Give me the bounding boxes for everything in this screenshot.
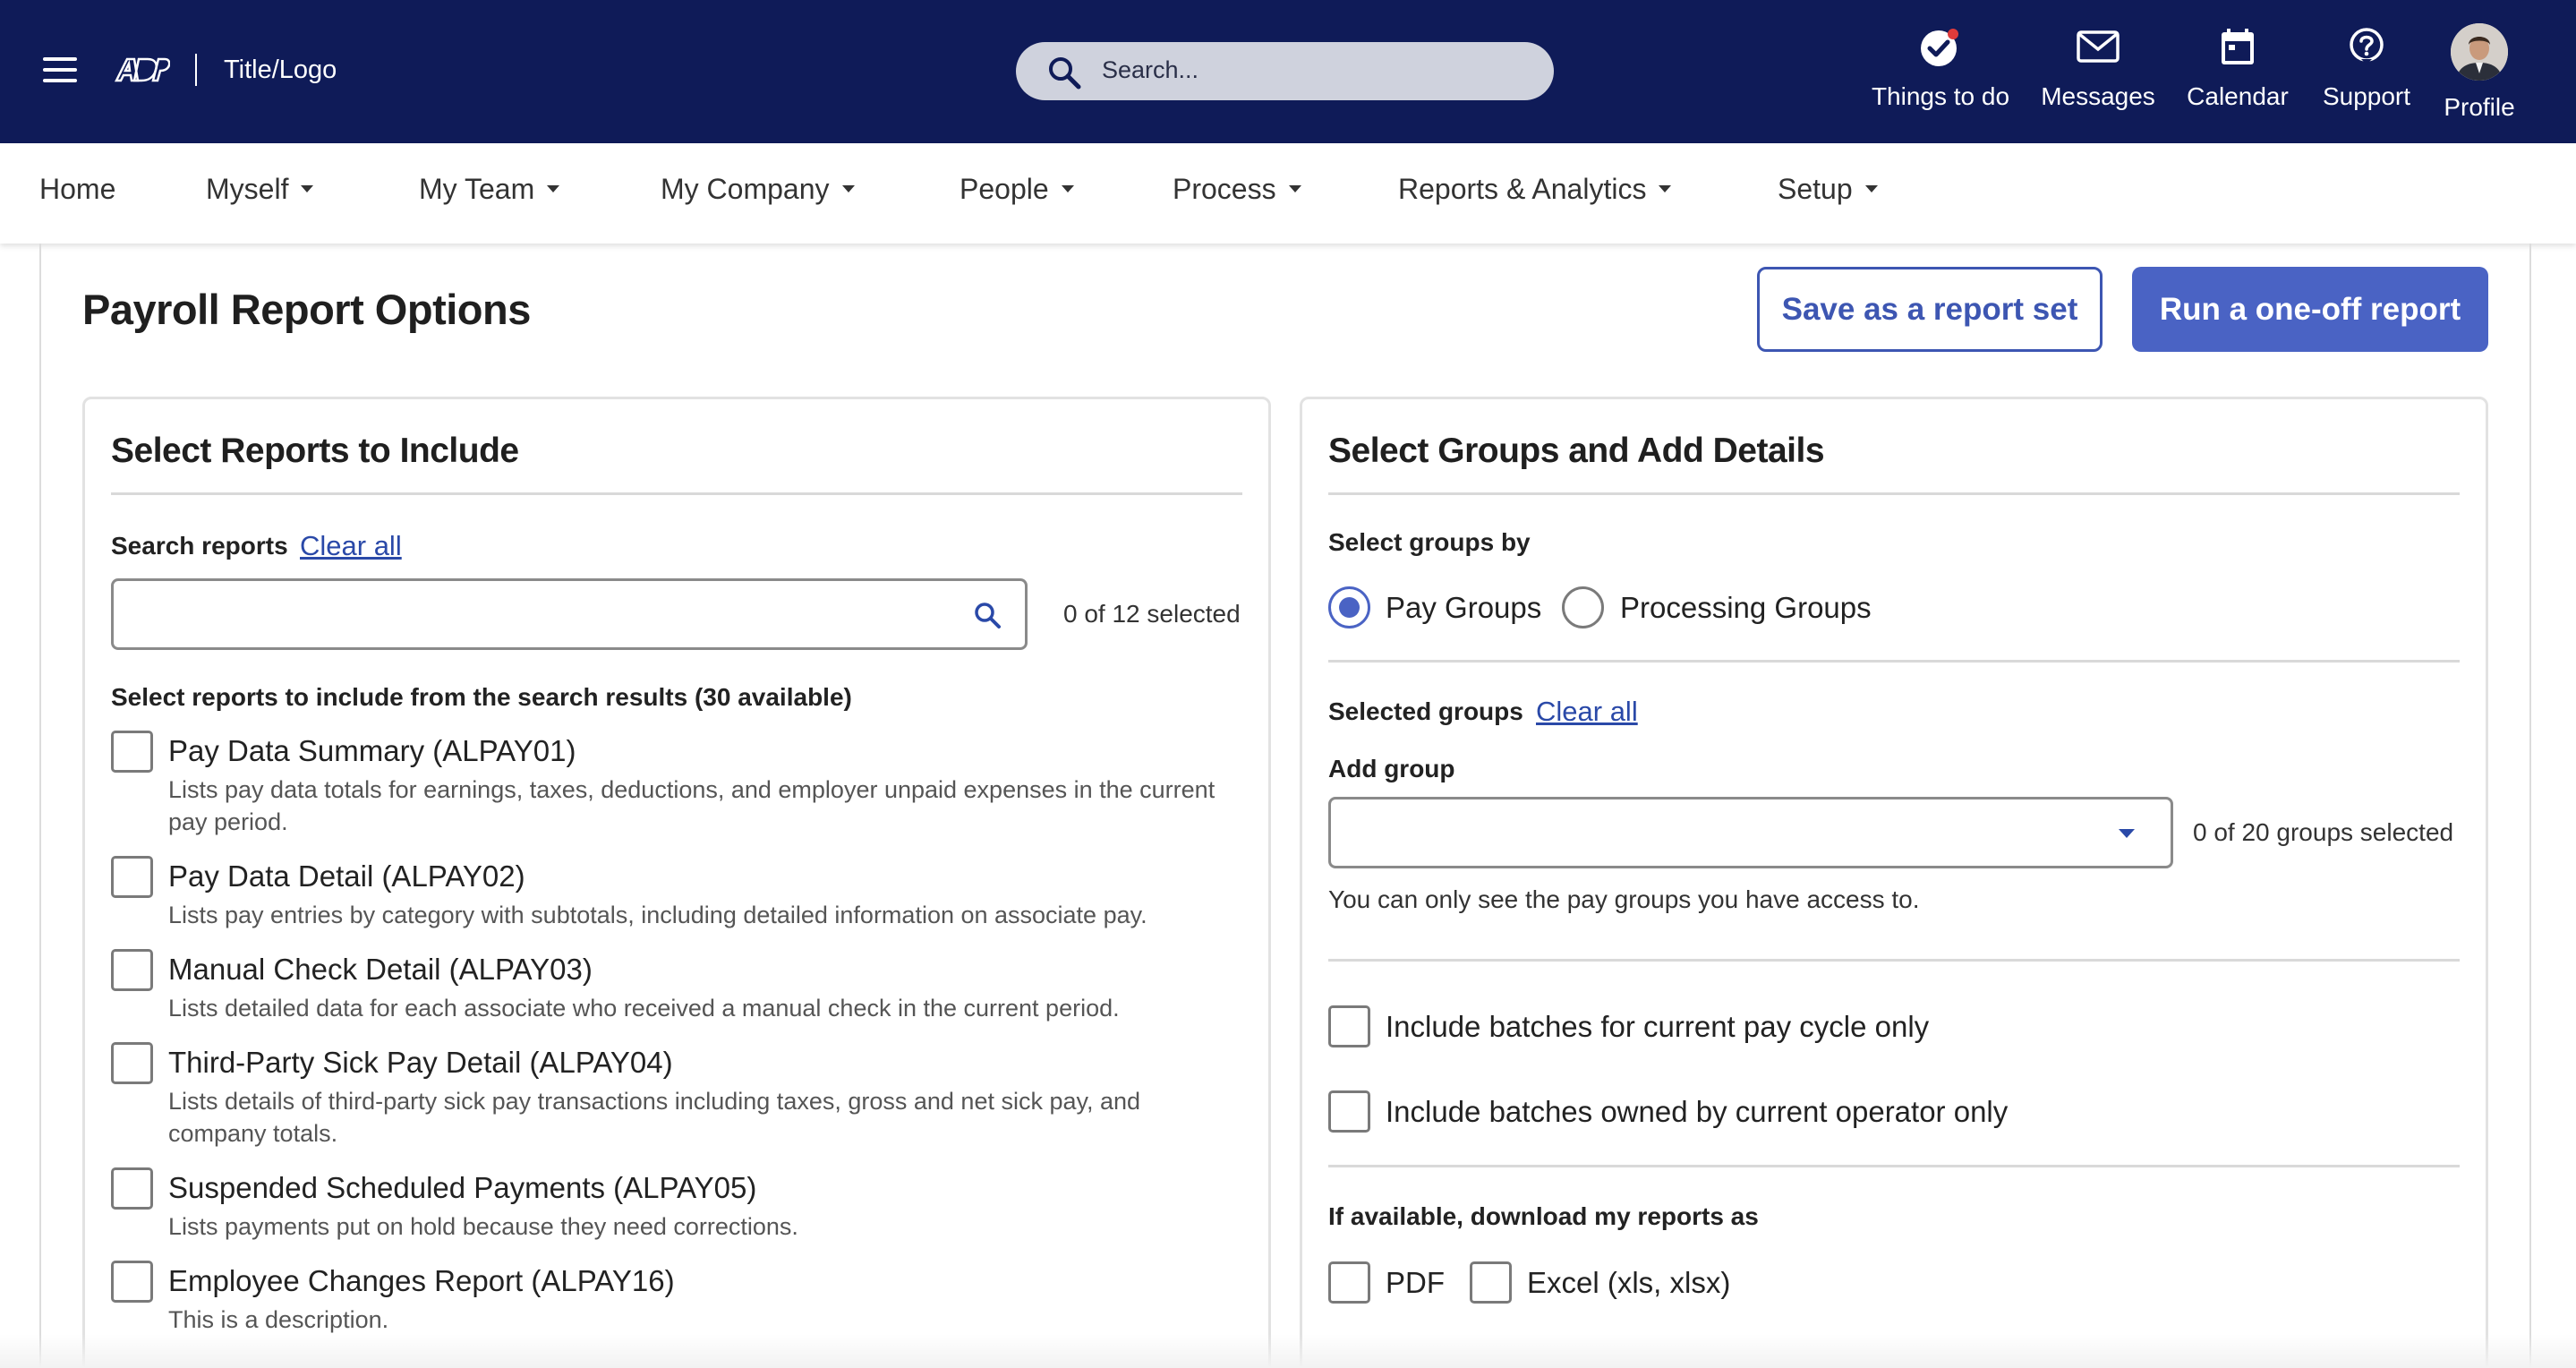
groups-count: 0 of 20 groups selected xyxy=(2193,818,2454,846)
excel-checkbox[interactable] xyxy=(1470,1261,1512,1304)
divider xyxy=(1328,492,2460,495)
report-checkbox-alpay16[interactable] xyxy=(111,1261,153,1303)
chevron-down-icon xyxy=(2119,829,2135,838)
logo-divider xyxy=(195,54,197,86)
search-reports-label: Search reports xyxy=(111,532,288,560)
nav-home[interactable]: Home xyxy=(39,173,115,206)
selected-count: 0 of 12 selected xyxy=(1063,600,1241,628)
messages-button[interactable]: Messages xyxy=(2039,23,2157,122)
search-placeholder: Search... xyxy=(1102,56,1199,83)
report-description: Lists detailed data for each associate w… xyxy=(168,995,1120,1022)
download-label: If available, download my reports as xyxy=(1328,1202,1759,1230)
report-description: Lists pay data totals for earnings, taxe… xyxy=(168,776,1215,835)
caret-down-icon xyxy=(301,184,314,192)
caret-down-icon xyxy=(1288,184,1301,192)
divider xyxy=(111,492,1242,495)
nav-my-company[interactable]: My Company xyxy=(661,173,855,206)
caret-down-icon xyxy=(1659,184,1672,192)
save-report-set-button[interactable]: Save as a report set xyxy=(1757,267,2103,352)
caret-down-icon xyxy=(1061,184,1074,192)
support-button[interactable]: Support xyxy=(2316,23,2417,122)
calendar-button[interactable]: Calendar xyxy=(2184,23,2291,122)
report-title: Employee Changes Report (ALPAY16) xyxy=(168,1264,675,1297)
nav-setup[interactable]: Setup xyxy=(1778,173,1878,206)
caret-down-icon xyxy=(547,184,560,192)
selected-groups-label: Selected groups xyxy=(1328,697,1523,725)
report-checkbox-alpay03[interactable] xyxy=(111,949,153,991)
avatar xyxy=(2451,23,2508,81)
nav-reports-analytics[interactable]: Reports & Analytics xyxy=(1398,173,1672,206)
report-checkbox-alpay05[interactable] xyxy=(111,1167,153,1210)
access-note: You can only see the pay groups you have… xyxy=(1328,885,1920,913)
select-groups-panel: Select Groups and Add Details Select gro… xyxy=(1300,397,2488,1368)
content-frame-right xyxy=(2529,244,2531,1368)
select-groups-by-label: Select groups by xyxy=(1328,528,1531,556)
pdf-checkbox[interactable] xyxy=(1328,1261,1370,1304)
excel-label: Excel (xls, xlsx) xyxy=(1527,1266,1731,1299)
check-circle-icon xyxy=(1921,29,1958,66)
scroll-fade xyxy=(0,1334,2576,1368)
results-label: Select reports to include from the searc… xyxy=(111,683,852,711)
pay-groups-radio[interactable] xyxy=(1328,586,1370,628)
divider xyxy=(1328,959,2460,962)
clear-all-reports-link[interactable]: Clear all xyxy=(300,530,402,562)
help-icon xyxy=(2350,28,2384,64)
nav-my-team[interactable]: My Team xyxy=(419,173,560,206)
report-checkbox-alpay04[interactable] xyxy=(111,1042,153,1084)
divider xyxy=(1328,660,2460,663)
report-checkbox-alpay02[interactable] xyxy=(111,856,153,898)
main-nav: Home Myself My Team My Company People Pr… xyxy=(0,143,2576,244)
current-pay-cycle-label: Include batches for current pay cycle on… xyxy=(1386,1010,1930,1043)
current-pay-cycle-checkbox[interactable] xyxy=(1328,1005,1370,1047)
calendar-icon xyxy=(2222,29,2254,64)
global-search[interactable]: Search... xyxy=(1016,42,1554,100)
report-title: Third-Party Sick Pay Detail (ALPAY04) xyxy=(168,1046,673,1079)
select-reports-panel: Select Reports to Include Search reports… xyxy=(82,397,1271,1368)
mail-icon xyxy=(2077,30,2120,63)
clear-all-groups-link[interactable]: Clear all xyxy=(1536,696,1638,728)
search-icon[interactable] xyxy=(973,601,1002,629)
processing-groups-label: Processing Groups xyxy=(1620,591,1872,624)
content-frame-left xyxy=(39,244,41,1368)
adp-logo[interactable] xyxy=(111,54,170,86)
profile-button[interactable]: Profile xyxy=(2436,23,2522,122)
add-group-select[interactable] xyxy=(1328,797,2173,868)
report-description: Lists pay entries by category with subto… xyxy=(168,902,1147,928)
page-title: Payroll Report Options xyxy=(82,286,531,333)
search-reports-input[interactable] xyxy=(111,578,1028,650)
things-to-do-button[interactable]: Things to do xyxy=(1867,23,2014,122)
report-description: Lists details of third-party sick pay tr… xyxy=(168,1088,1141,1147)
report-title: Manual Check Detail (ALPAY03) xyxy=(168,953,593,986)
processing-groups-radio[interactable] xyxy=(1562,586,1604,628)
report-checkbox-alpay01[interactable] xyxy=(111,731,153,773)
run-one-off-report-button[interactable]: Run a one-off report xyxy=(2132,267,2488,352)
report-description: Lists payments put on hold because they … xyxy=(168,1213,798,1240)
nav-process[interactable]: Process xyxy=(1173,173,1301,206)
search-icon xyxy=(1049,57,1081,90)
panel-heading: Select Reports to Include xyxy=(111,432,519,470)
divider xyxy=(1328,1165,2460,1167)
top-header: Title/Logo Search... Things to do Messag… xyxy=(0,0,2576,143)
menu-icon[interactable] xyxy=(43,57,77,84)
report-title: Suspended Scheduled Payments (ALPAY05) xyxy=(168,1171,757,1204)
caret-down-icon xyxy=(1864,184,1878,192)
caret-down-icon xyxy=(841,184,855,192)
app-title: Title/Logo xyxy=(224,56,337,84)
nav-myself[interactable]: Myself xyxy=(206,173,314,206)
report-title: Pay Data Summary (ALPAY01) xyxy=(168,734,576,767)
report-title: Pay Data Detail (ALPAY02) xyxy=(168,859,525,893)
pay-groups-label: Pay Groups xyxy=(1386,591,1542,624)
panel-heading: Select Groups and Add Details xyxy=(1328,432,1825,470)
pdf-label: PDF xyxy=(1386,1266,1445,1299)
current-operator-checkbox[interactable] xyxy=(1328,1090,1370,1133)
add-group-label: Add group xyxy=(1328,755,1455,782)
current-operator-label: Include batches owned by current operato… xyxy=(1386,1095,2009,1128)
report-description: This is a description. xyxy=(168,1306,389,1333)
nav-people[interactable]: People xyxy=(960,173,1074,206)
